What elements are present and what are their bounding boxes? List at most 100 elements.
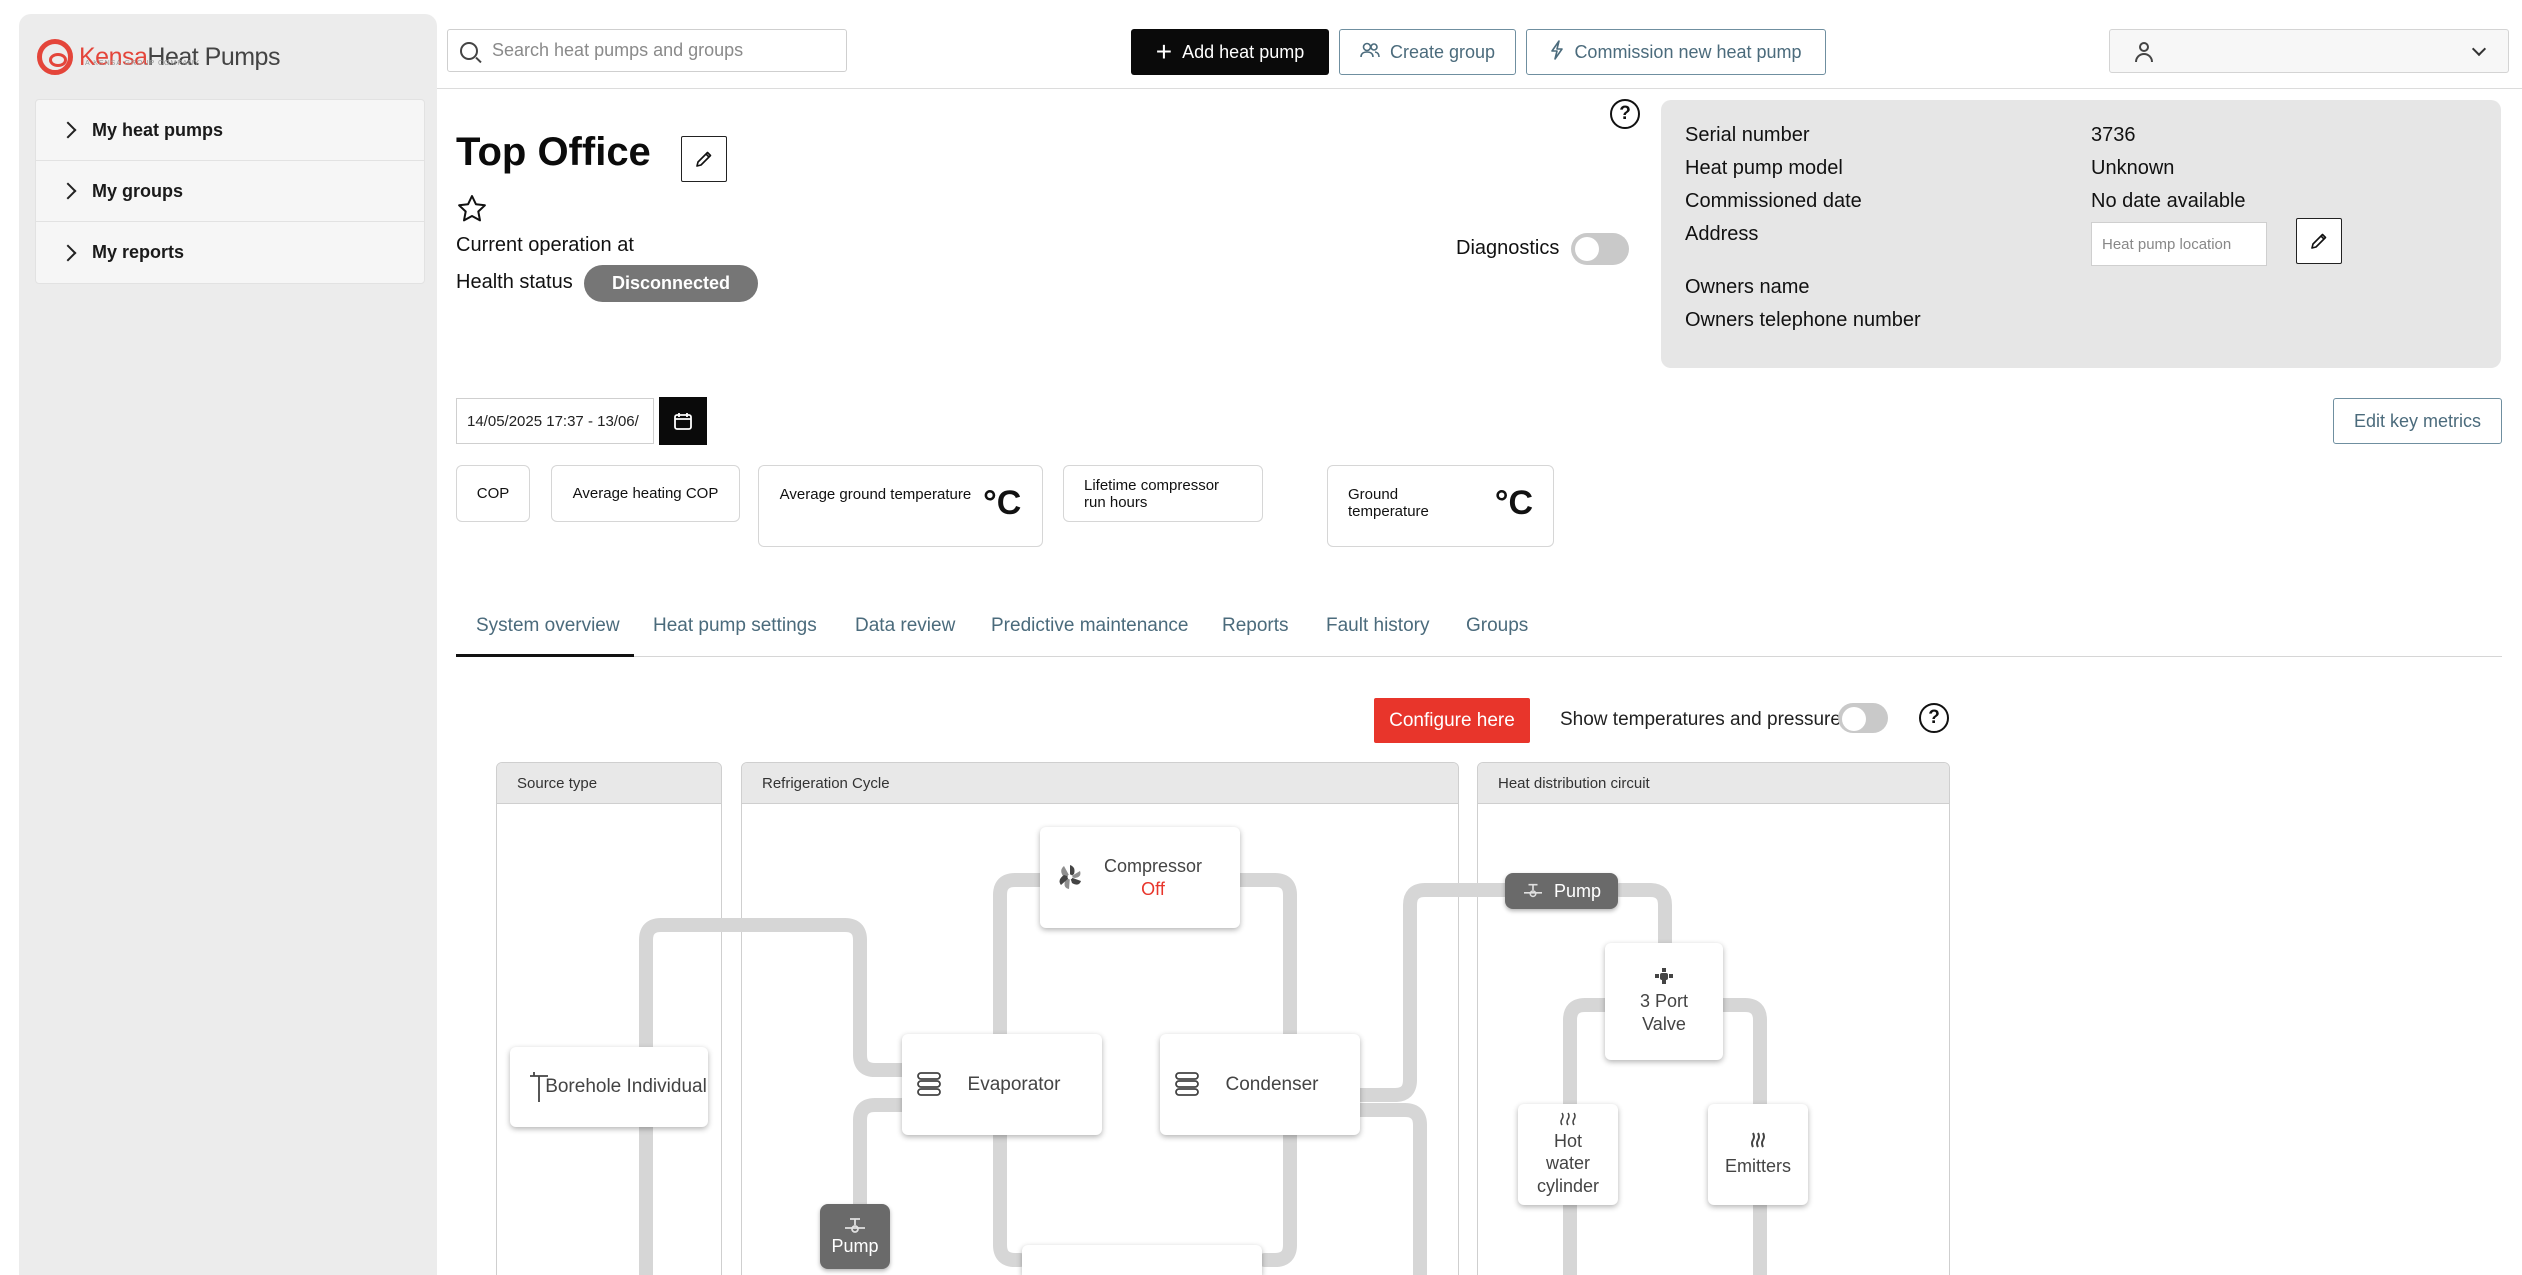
- add-heat-pump-label: Add heat pump: [1182, 41, 1305, 62]
- tab-heat-pump-settings[interactable]: Heat pump settings: [653, 615, 817, 637]
- metric-label: Ground temperature: [1348, 486, 1429, 520]
- status-badge: Disconnected: [584, 265, 758, 302]
- borehole-node[interactable]: Borehole Individual: [510, 1047, 708, 1127]
- sidebar-item-label: My heat pumps: [92, 119, 224, 140]
- active-tab-indicator: [456, 654, 634, 657]
- date-range-input[interactable]: 14/05/2025 17:37 - 13/06/: [456, 398, 654, 444]
- valve-label: 3 Port Valve: [1639, 991, 1689, 1034]
- commission-label: Commission new heat pump: [1574, 41, 1802, 62]
- hot-water-cylinder-node[interactable]: Hot water cylinder: [1518, 1104, 1618, 1205]
- help-icon[interactable]: ?: [1610, 99, 1640, 129]
- logo-mark-icon: [37, 39, 73, 75]
- tab-system-overview[interactable]: System overview: [476, 615, 620, 637]
- diagnostics-toggle[interactable]: [1571, 233, 1629, 265]
- help-icon[interactable]: ?: [1919, 703, 1949, 733]
- condenser-node[interactable]: Condenser: [1160, 1034, 1360, 1135]
- source-pump-node[interactable]: Pump: [820, 1204, 890, 1269]
- panel-title: Refrigeration Cycle: [742, 763, 1458, 804]
- page-title: Top Office: [456, 130, 651, 174]
- tab-groups[interactable]: Groups: [1466, 615, 1528, 637]
- metric-card-lifetime-compressor-run-hours: Lifetime compressor run hours: [1063, 465, 1263, 522]
- metric-card-cop: COP: [456, 465, 530, 522]
- show-temperatures-toggle[interactable]: [1838, 703, 1888, 733]
- health-status-label: Health status: [456, 271, 573, 293]
- search-box: [447, 29, 847, 72]
- expansion-node[interactable]: [1022, 1245, 1262, 1275]
- pump-label: Pump: [831, 1236, 879, 1256]
- chevron-right-icon: [59, 182, 77, 200]
- compressor-state: Off: [1141, 878, 1165, 899]
- evaporator-node[interactable]: Evaporator: [902, 1034, 1102, 1135]
- borehole-icon: [530, 1072, 548, 1102]
- edit-address-button[interactable]: [2296, 218, 2342, 264]
- configure-here-button[interactable]: Configure here: [1374, 698, 1530, 743]
- logo-subtitle: A KENSA GROUP COMPANY: [85, 60, 200, 67]
- address-label: Address: [1685, 223, 1759, 245]
- pump-icon: [845, 1218, 865, 1233]
- chevron-right-icon: [59, 244, 77, 261]
- pencil-icon: [2311, 233, 2327, 249]
- user-menu[interactable]: [2109, 29, 2509, 73]
- tab-data-review[interactable]: Data review: [855, 615, 955, 637]
- evaporator-label: Evaporator: [967, 1073, 1061, 1095]
- owners-telephone-label: Owners telephone number: [1685, 309, 1921, 331]
- calendar-button[interactable]: [659, 397, 707, 445]
- source-type-panel: Source type: [496, 762, 722, 1275]
- sidebar-item-my-groups[interactable]: My groups: [36, 161, 424, 222]
- radiator-icon: [1751, 1132, 1765, 1148]
- tab-predictive-maintenance[interactable]: Predictive maintenance: [991, 615, 1189, 637]
- search-icon: [460, 41, 478, 60]
- serial-number-label: Serial number: [1685, 124, 1810, 146]
- emitters-node[interactable]: Emitters: [1708, 1104, 1808, 1205]
- heat-pump-info-panel: Serial number 3736 Heat pump model Unkno…: [1661, 100, 2501, 368]
- favourite-star-icon[interactable]: [456, 193, 488, 225]
- sidebar-nav: My heat pumps My groups My reports: [35, 99, 425, 284]
- fan-icon: [1059, 865, 1081, 889]
- metric-card-ground-temperature: Ground temperature °C: [1327, 465, 1554, 547]
- current-operation-label: Current operation at: [456, 234, 634, 256]
- three-port-valve-node[interactable]: 3 Port Valve: [1605, 943, 1723, 1060]
- top-bar: + Add heat pump Create group Commission …: [437, 0, 2522, 89]
- cylinder-label: Hot water cylinder: [1536, 1130, 1600, 1196]
- tab-fault-history[interactable]: Fault history: [1326, 615, 1429, 637]
- compressor-node[interactable]: Compressor Off: [1040, 827, 1240, 928]
- sidebar-item-label: My groups: [92, 180, 184, 201]
- chevron-right-icon: [59, 121, 77, 139]
- model-label: Heat pump model: [1685, 157, 1843, 179]
- chevron-down-icon: [2471, 41, 2487, 57]
- heat-waves-icon: [1560, 1112, 1576, 1126]
- edit-key-metrics-button[interactable]: Edit key metrics: [2333, 398, 2502, 444]
- add-heat-pump-button[interactable]: + Add heat pump: [1131, 29, 1329, 75]
- metric-card-average-ground-temperature: Average ground temperature °C: [758, 465, 1043, 547]
- commission-heat-pump-button[interactable]: Commission new heat pump: [1526, 29, 1826, 75]
- panel-title: Heat distribution circuit: [1478, 763, 1949, 804]
- heat-pump-location-input[interactable]: [2091, 222, 2267, 266]
- metric-label: COP: [476, 485, 510, 502]
- sidebar-item-my-reports[interactable]: My reports: [36, 222, 424, 283]
- compressor-label: Compressor: [1103, 856, 1203, 876]
- lightning-icon: [1550, 39, 1564, 65]
- metric-label: Lifetime compressor run hours: [1084, 476, 1220, 511]
- commissioned-date-label: Commissioned date: [1685, 190, 1862, 212]
- metric-unit: °C: [983, 484, 1022, 522]
- sidebar-item-my-heat-pumps[interactable]: My heat pumps: [36, 100, 424, 161]
- plus-icon: +: [1155, 36, 1173, 67]
- pump-icon: [1523, 883, 1542, 898]
- condenser-label: Condenser: [1225, 1073, 1319, 1095]
- edit-title-button[interactable]: [681, 136, 727, 182]
- tab-reports[interactable]: Reports: [1222, 615, 1289, 637]
- metric-unit: °C: [1494, 484, 1533, 522]
- calendar-icon: [674, 413, 692, 430]
- users-icon: [1360, 42, 1380, 63]
- borehole-label: Borehole Individual: [545, 1076, 707, 1098]
- commissioned-date-value: No date available: [2091, 190, 2246, 212]
- create-group-label: Create group: [1389, 41, 1496, 62]
- tab-bar: System overview Heat pump settings Data …: [456, 603, 2502, 657]
- user-icon: [2134, 42, 2154, 62]
- distribution-pump-node[interactable]: Pump: [1505, 873, 1618, 909]
- search-input[interactable]: [492, 40, 832, 61]
- create-group-button[interactable]: Create group: [1339, 29, 1516, 75]
- sidebar-item-label: My reports: [92, 242, 185, 262]
- kensa-logo[interactable]: KensaHeat Pumps: [37, 34, 280, 80]
- owners-name-label: Owners name: [1685, 276, 1810, 298]
